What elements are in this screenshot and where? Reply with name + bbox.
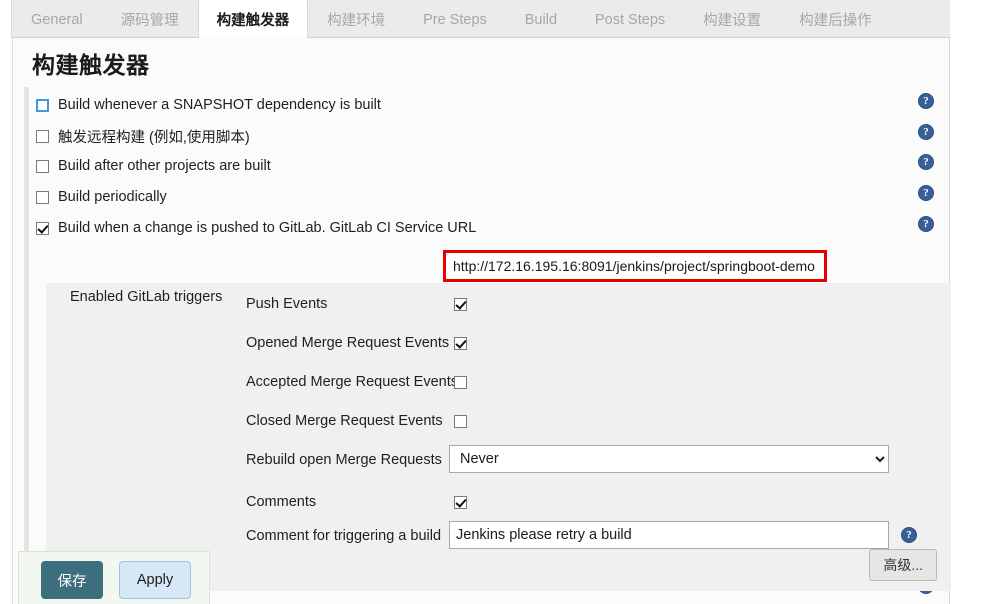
tab-7[interactable]: 构建设置 [684,0,780,38]
trigger-row-0[interactable]: Build whenever a SNAPSHOT dependency is … [36,93,381,117]
help-icon-2[interactable]: ? [918,154,934,170]
advanced-button[interactable]: 高级... [869,549,937,581]
trigger-checkbox-3[interactable] [36,190,49,204]
gitlab-checkbox-3[interactable] [454,414,467,428]
trigger-label-1: 触发远程构建 (例如,使用脚本) [58,129,250,146]
trigger-row-4[interactable]: Build when a change is pushed to GitLab.… [36,216,476,240]
gitlab-row-2: Accepted Merge Request Events [246,371,467,393]
gitlab-row-4: Rebuild open Merge Requests NeverOn push … [246,445,889,473]
rebuild-open-mr-select[interactable]: NeverOn push to source branchOn push to … [449,445,889,473]
tab-label: 源码管理 [120,13,179,29]
help-icon-0[interactable]: ? [918,93,934,109]
apply-button[interactable]: Apply [119,561,191,599]
gitlab-ci-url-input[interactable] [446,253,824,279]
gitlab-checkbox-2[interactable] [454,375,467,389]
help-icon-comment-trigger[interactable]: ? [901,527,917,543]
gitlab-checkbox-5[interactable] [454,495,467,509]
gitlab-triggers-section-label: Enabled GitLab triggers [70,289,223,305]
trigger-label-3: Build periodically [58,189,167,205]
config-tab-bar: General 源码管理 构建触发器 构建环境 Pre Steps Build Post S… [0,0,950,38]
gitlab-row-control-6: ? [449,521,917,549]
gitlab-row-1: Opened Merge Request Events [246,332,467,354]
trigger-checkbox-4[interactable] [36,221,49,235]
gitlab-row-label-3: Closed Merge Request Events [246,413,443,429]
gitlab-row-control-4: NeverOn push to source branchOn push to … [449,445,889,473]
tab-label: 构建环境 [327,13,386,29]
trigger-checkbox-0[interactable] [36,98,49,112]
tab-0[interactable]: General [12,0,102,38]
page-title: 构建触发器 [32,52,150,78]
trigger-row-1[interactable]: 触发远程构建 (例如,使用脚本) [36,124,250,148]
tab-label: 构建触发器 [216,12,290,29]
tab-5[interactable]: Build [506,0,576,38]
help-icon-3[interactable]: ? [918,185,934,201]
jenkins-job-config-page: General 源码管理 构建触发器 构建环境 Pre Steps Build Post S… [0,0,997,604]
gitlab-ci-url-annotation-box [443,250,827,282]
tab-3[interactable]: 构建环境 [308,0,404,38]
tab-4[interactable]: Pre Steps [404,0,506,38]
trigger-label-4: Build when a change is pushed to GitLab.… [58,220,477,236]
section-rail [24,87,29,604]
tab-6[interactable]: Post Steps [576,0,684,38]
gitlab-row-label-0: Push Events [246,296,328,312]
config-pane: 构建触发器 Build whenever a SNAPSHOT dependen… [12,38,951,604]
floating-save-bar: 保存 Apply [18,551,210,604]
gitlab-row-label-6: Comment for triggering a build [246,528,442,544]
tab-bar-left-cap [0,0,12,38]
gitlab-row-control-1 [454,336,467,350]
gitlab-row-label-1: Opened Merge Request Events [246,335,450,351]
gitlab-checkbox-0[interactable] [454,297,467,311]
help-icon-4[interactable]: ? [918,216,934,232]
trigger-row-2[interactable]: Build after other projects are built [36,154,271,178]
comment-trigger-input[interactable] [449,521,889,549]
trigger-checkbox-2[interactable] [36,159,49,173]
gitlab-row-0: Push Events [246,293,467,315]
help-icon-1[interactable]: ? [918,124,934,140]
trigger-label-0: Build whenever a SNAPSHOT dependency is … [58,97,381,113]
page-right-margin [951,0,997,604]
gitlab-row-6: Comment for triggering a build? [246,521,917,549]
tab-label: 构建后操作 [799,13,872,29]
gitlab-row-label-2: Accepted Merge Request Events [246,374,458,390]
tab-label: Pre Steps [423,11,487,28]
gitlab-triggers-section: Enabled GitLab triggers Push Events Opene… [46,283,951,591]
gitlab-row-control-5 [454,495,467,509]
trigger-label-2: Build after other projects are built [58,158,271,174]
gitlab-row-label-5: Comments [246,494,317,510]
tab-label: Build [524,11,558,28]
tab-label: Post Steps [595,11,666,28]
gitlab-row-3: Closed Merge Request Events [246,410,467,432]
trigger-row-3[interactable]: Build periodically [36,185,167,209]
gitlab-row-control-2 [454,375,467,389]
gitlab-row-control-3 [454,414,467,428]
tab-2[interactable]: 构建触发器 [197,0,309,38]
tab-list: General 源码管理 构建触发器 构建环境 Pre Steps Build Post S… [12,0,891,38]
tab-8[interactable]: 构建后操作 [780,0,891,38]
gitlab-row-control-0 [454,297,467,311]
gitlab-checkbox-1[interactable] [454,336,467,350]
save-button[interactable]: 保存 [41,561,103,599]
gitlab-row-label-4: Rebuild open Merge Requests [246,452,442,468]
tab-1[interactable]: 源码管理 [102,0,198,38]
trigger-checkbox-1[interactable] [36,129,49,143]
tab-label: General [31,11,83,28]
gitlab-row-5: Comments [246,491,467,513]
tab-label: 构建设置 [703,13,762,29]
